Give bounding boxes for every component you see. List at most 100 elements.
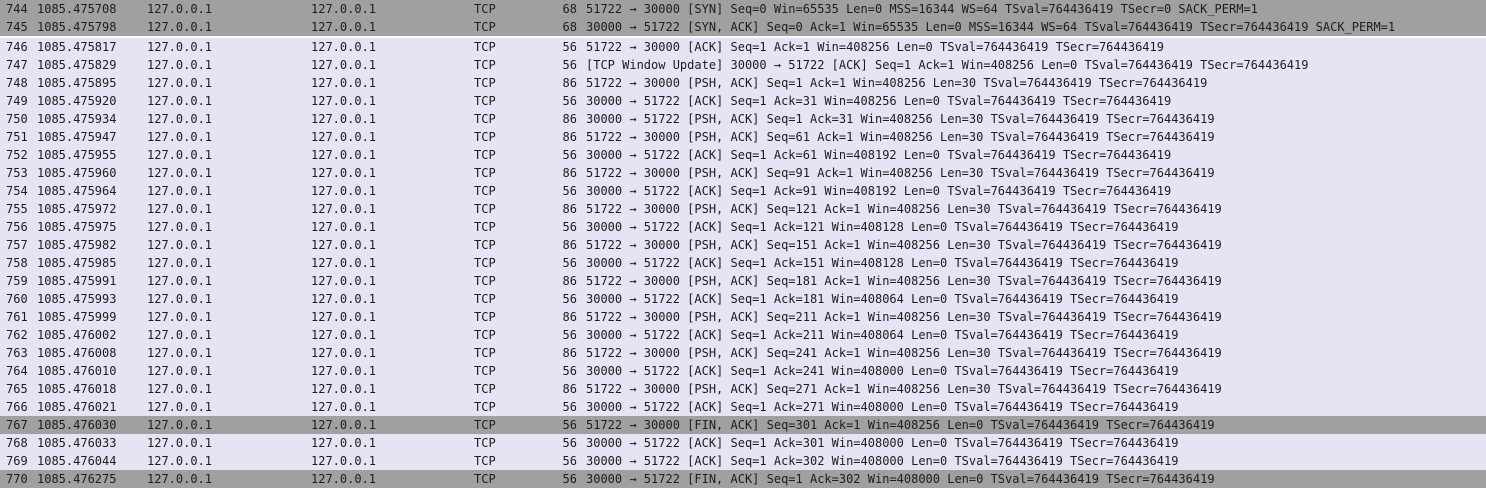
packet-info: 30000 → 51722 [SYN, ACK] Seq=0 Ack=1 Win… [586,20,1396,34]
packet-length: 56 [562,256,577,270]
packet-protocol: TCP [474,436,496,450]
packet-info: [TCP Window Update] 30000 → 51722 [ACK] … [586,58,1309,72]
packet-row[interactable]: 756 1085.475975 127.0.0.1 127.0.0.1 TCP 56 300… [0,218,1486,236]
packet-protocol: TCP [474,346,496,360]
packet-source: 127.0.0.1 [147,436,213,450]
packet-row[interactable]: 760 1085.475993 127.0.0.1 127.0.0.1 TCP 56 300… [0,290,1486,308]
packet-number: 769 [6,454,28,468]
packet-length: 86 [562,202,577,216]
packet-protocol: TCP [474,166,496,180]
packet-row[interactable]: 768 1085.476033 127.0.0.1 127.0.0.1 TCP 56 300… [0,434,1486,452]
packet-info: 51722 → 30000 [PSH, ACK] Seq=61 Ack=1 Wi… [586,130,1215,144]
packet-destination: 127.0.0.1 [311,184,377,198]
packet-info: 51722 → 30000 [PSH, ACK] Seq=1 Ack=1 Win… [586,76,1208,90]
packet-info: 51722 → 30000 [PSH, ACK] Seq=121 Ack=1 W… [586,202,1222,216]
packet-protocol: TCP [474,220,496,234]
packet-protocol: TCP [474,148,496,162]
packet-length: 56 [562,400,577,414]
packet-protocol: TCP [474,238,496,252]
packet-time: 1085.476044 [37,454,117,468]
packet-time: 1085.475708 [37,2,117,16]
packet-destination: 127.0.0.1 [311,274,377,288]
packet-protocol: TCP [474,58,496,72]
packet-length: 86 [562,238,577,252]
packet-time: 1085.475964 [37,184,117,198]
packet-row[interactable]: 753 1085.475960 127.0.0.1 127.0.0.1 TCP 86 517… [0,164,1486,182]
packet-row[interactable]: 757 1085.475982 127.0.0.1 127.0.0.1 TCP 86 517… [0,236,1486,254]
packet-number: 761 [6,310,28,324]
packet-source: 127.0.0.1 [147,238,213,252]
packet-number: 760 [6,292,28,306]
packet-destination: 127.0.0.1 [311,112,377,126]
packet-source: 127.0.0.1 [147,472,213,486]
packet-row[interactable]: 747 1085.475829 127.0.0.1 127.0.0.1 TCP 56 [TC… [0,56,1486,74]
packet-row[interactable]: 758 1085.475985 127.0.0.1 127.0.0.1 TCP 56 300… [0,254,1486,272]
packet-source: 127.0.0.1 [147,130,213,144]
packet-row[interactable]: 749 1085.475920 127.0.0.1 127.0.0.1 TCP 56 300… [0,92,1486,110]
packet-number: 765 [6,382,28,396]
packet-row[interactable]: 744 1085.475708 127.0.0.1 127.0.0.1 TCP 68 517… [0,0,1486,18]
packet-destination: 127.0.0.1 [311,20,377,34]
packet-destination: 127.0.0.1 [311,364,377,378]
packet-source: 127.0.0.1 [147,346,213,360]
packet-row[interactable]: 761 1085.475999 127.0.0.1 127.0.0.1 TCP 86 517… [0,308,1486,326]
packet-info: 51722 → 30000 [PSH, ACK] Seq=211 Ack=1 W… [586,310,1222,324]
packet-length: 56 [562,472,577,486]
packet-row[interactable]: 752 1085.475955 127.0.0.1 127.0.0.1 TCP 56 300… [0,146,1486,164]
packet-row[interactable]: 746 1085.475817 127.0.0.1 127.0.0.1 TCP 56 517… [0,38,1486,56]
packet-row[interactable]: 765 1085.476018 127.0.0.1 127.0.0.1 TCP 86 517… [0,380,1486,398]
packet-length: 86 [562,382,577,396]
packet-info: 30000 → 51722 [ACK] Seq=1 Ack=121 Win=40… [586,220,1179,234]
packet-protocol: TCP [474,256,496,270]
packet-number: 763 [6,346,28,360]
packet-row[interactable]: 750 1085.475934 127.0.0.1 127.0.0.1 TCP 86 300… [0,110,1486,128]
packet-number: 757 [6,238,28,252]
packet-row[interactable]: 770 1085.476275 127.0.0.1 127.0.0.1 TCP 56 300… [0,470,1486,488]
packet-row[interactable]: 769 1085.476044 127.0.0.1 127.0.0.1 TCP 56 300… [0,452,1486,470]
packet-source: 127.0.0.1 [147,364,213,378]
packet-row[interactable]: 745 1085.475798 127.0.0.1 127.0.0.1 TCP 68 300… [0,18,1486,36]
packet-row[interactable]: 763 1085.476008 127.0.0.1 127.0.0.1 TCP 86 517… [0,344,1486,362]
packet-list[interactable]: 744 1085.475708 127.0.0.1 127.0.0.1 TCP 68 517… [0,0,1486,488]
packet-row[interactable]: 762 1085.476002 127.0.0.1 127.0.0.1 TCP 56 300… [0,326,1486,344]
packet-number: 764 [6,364,28,378]
packet-destination: 127.0.0.1 [311,346,377,360]
packet-number: 766 [6,400,28,414]
packet-source: 127.0.0.1 [147,382,213,396]
packet-row[interactable]: 759 1085.475991 127.0.0.1 127.0.0.1 TCP 86 517… [0,272,1486,290]
packet-destination: 127.0.0.1 [311,418,377,432]
packet-destination: 127.0.0.1 [311,166,377,180]
packet-time: 1085.475920 [37,94,117,108]
packet-info: 30000 → 51722 [ACK] Seq=1 Ack=181 Win=40… [586,292,1179,306]
packet-row[interactable]: 754 1085.475964 127.0.0.1 127.0.0.1 TCP 56 300… [0,182,1486,200]
packet-time: 1085.475817 [37,40,117,54]
packet-info: 30000 → 51722 [ACK] Seq=1 Ack=61 Win=408… [586,148,1172,162]
packet-time: 1085.476021 [37,400,117,414]
packet-number: 748 [6,76,28,90]
packet-destination: 127.0.0.1 [311,130,377,144]
packet-info: 51722 → 30000 [PSH, ACK] Seq=181 Ack=1 W… [586,274,1222,288]
packet-row[interactable]: 751 1085.475947 127.0.0.1 127.0.0.1 TCP 86 517… [0,128,1486,146]
packet-source: 127.0.0.1 [147,328,213,342]
packet-info: 30000 → 51722 [ACK] Seq=1 Ack=151 Win=40… [586,256,1179,270]
packet-destination: 127.0.0.1 [311,76,377,90]
packet-destination: 127.0.0.1 [311,220,377,234]
packet-info: 51722 → 30000 [PSH, ACK] Seq=151 Ack=1 W… [586,238,1222,252]
packet-source: 127.0.0.1 [147,310,213,324]
packet-time: 1085.475829 [37,58,117,72]
packet-info: 30000 → 51722 [ACK] Seq=1 Ack=302 Win=40… [586,454,1179,468]
packet-length: 56 [562,364,577,378]
packet-row[interactable]: 748 1085.475895 127.0.0.1 127.0.0.1 TCP 86 517… [0,74,1486,92]
packet-time: 1085.475993 [37,292,117,306]
packet-row[interactable]: 764 1085.476010 127.0.0.1 127.0.0.1 TCP 56 300… [0,362,1486,380]
packet-row[interactable]: 767 1085.476030 127.0.0.1 127.0.0.1 TCP 56 517… [0,416,1486,434]
packet-number: 770 [6,472,28,486]
packet-info: 30000 → 51722 [FIN, ACK] Seq=1 Ack=302 W… [586,472,1215,486]
packet-row[interactable]: 766 1085.476021 127.0.0.1 127.0.0.1 TCP 56 300… [0,398,1486,416]
packet-time: 1085.476010 [37,364,117,378]
packet-row[interactable]: 755 1085.475972 127.0.0.1 127.0.0.1 TCP 86 517… [0,200,1486,218]
packet-source: 127.0.0.1 [147,20,213,34]
packet-source: 127.0.0.1 [147,202,213,216]
packet-number: 746 [6,40,28,54]
packet-time: 1085.475972 [37,202,117,216]
